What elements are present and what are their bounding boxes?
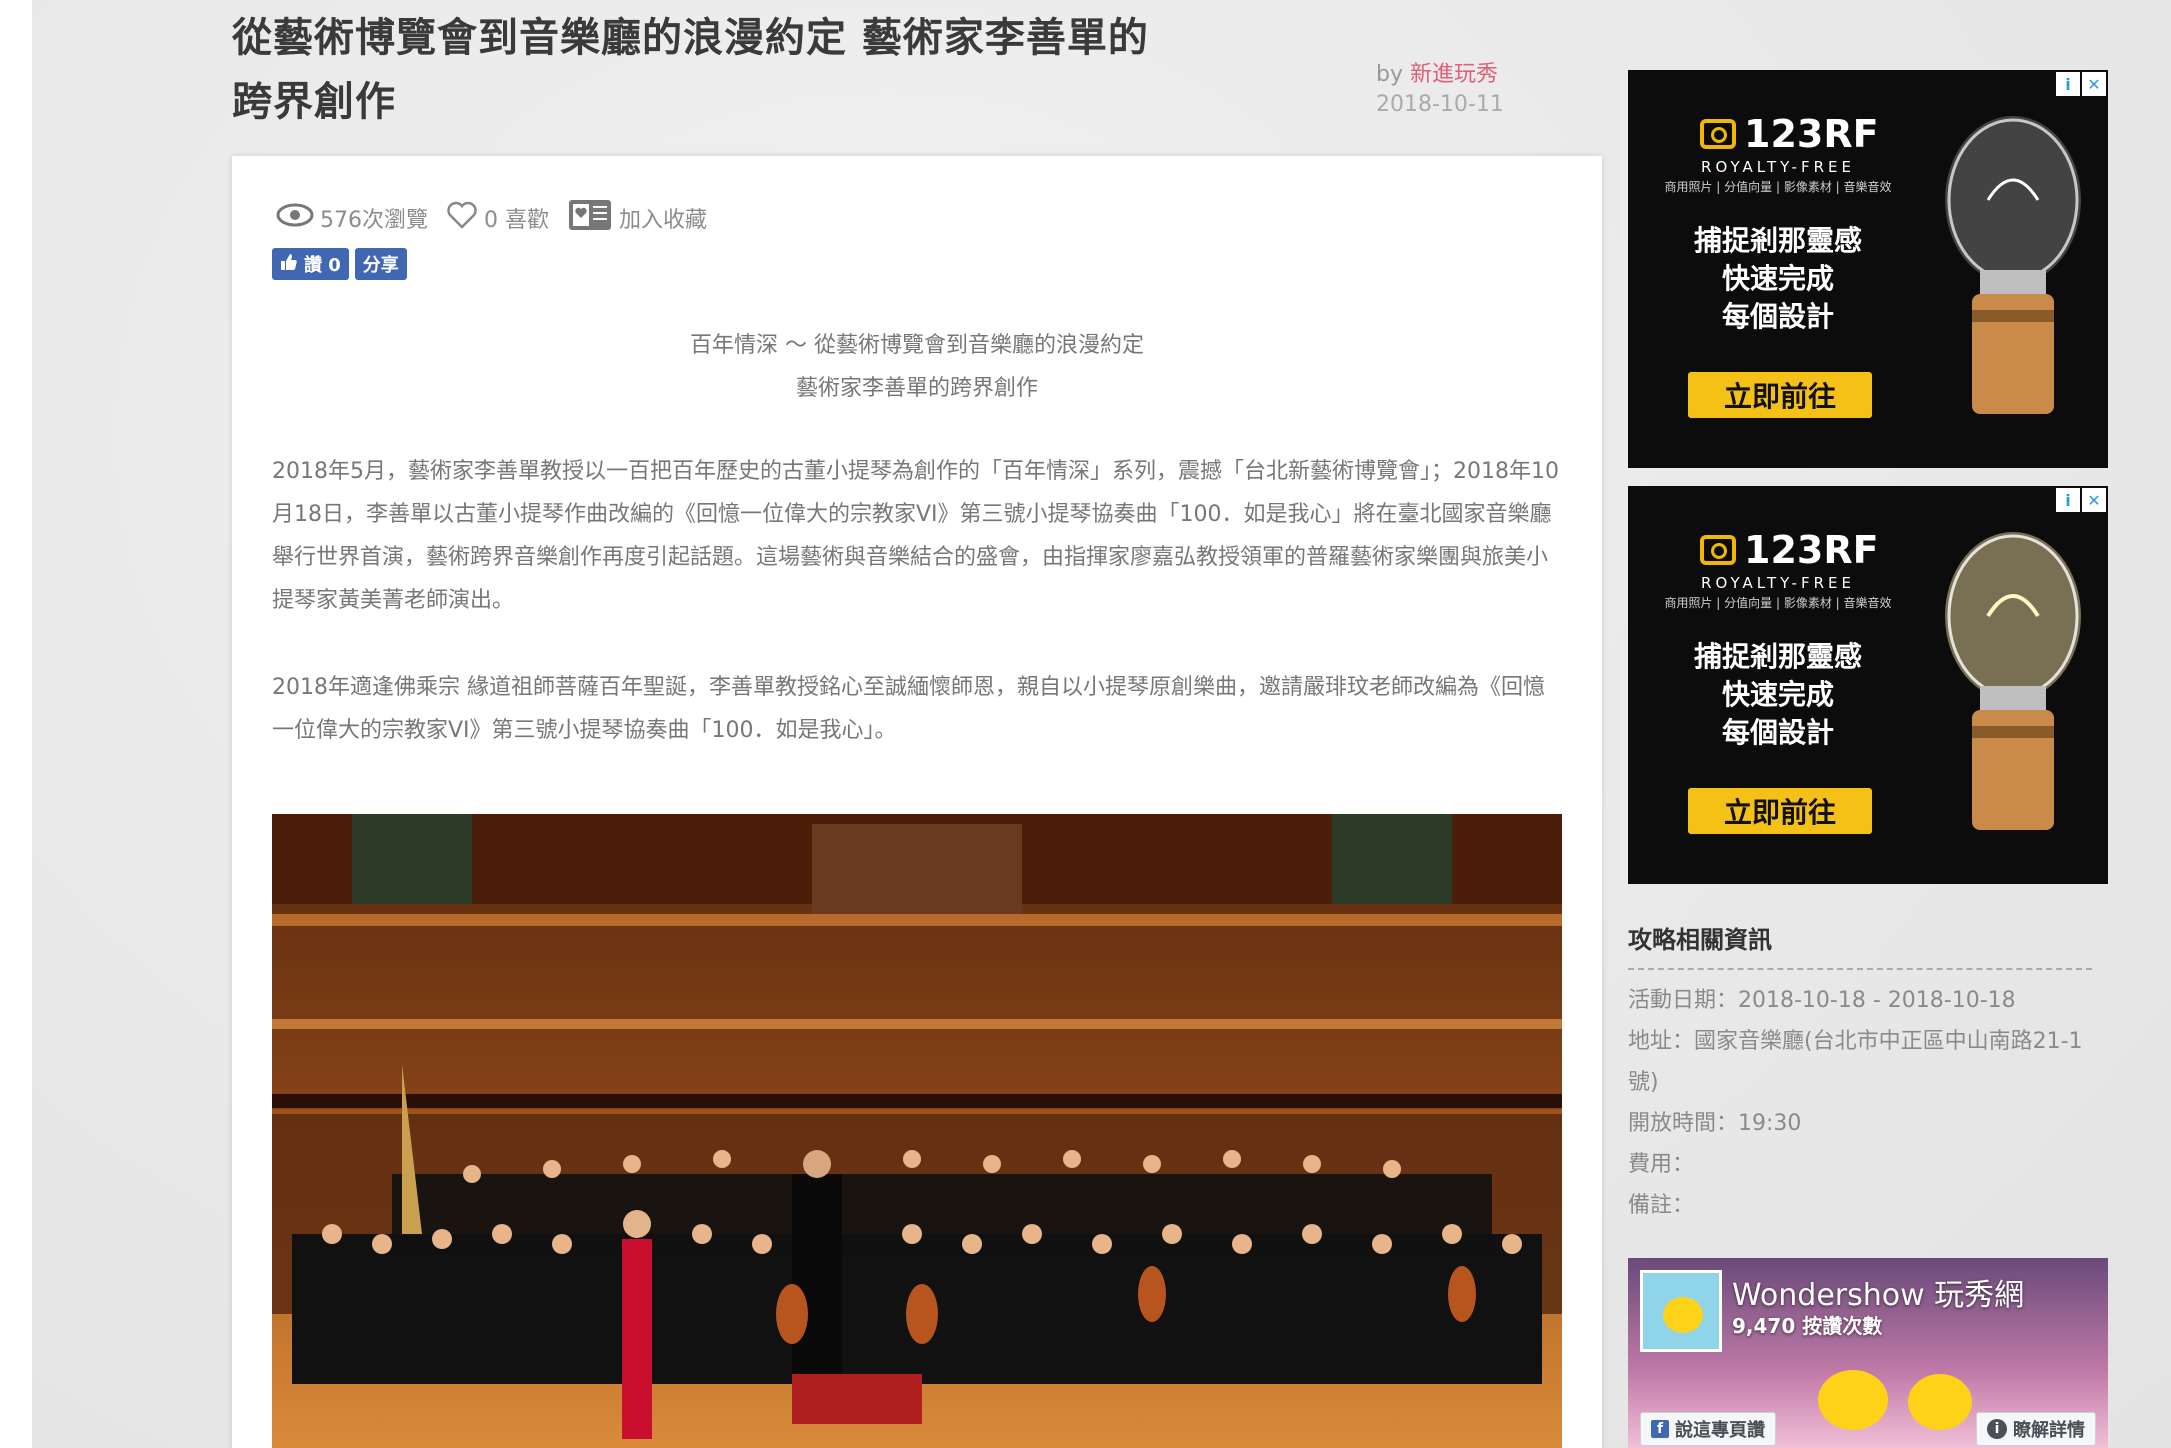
likes-count: 0 喜歡	[484, 208, 549, 233]
ad-cta-button[interactable]: 立即前往	[1688, 788, 1872, 834]
author-link[interactable]: 新進玩秀	[1410, 62, 1498, 87]
fb-page-name[interactable]: Wondershow 玩秀網	[1732, 1270, 2024, 1314]
info-heading: 攻略相關資訊	[1628, 926, 1772, 954]
info-list: 活動日期：2018-10-18 - 2018-10-18 地址：國家音樂廳(台北…	[1628, 980, 2092, 1226]
ad-categories: 商用照片 | 分值向量 | 影像素材 | 音樂音效	[1664, 180, 1892, 194]
ad-slogan-line3: 每個設計	[1721, 300, 1834, 333]
ad-close-icon[interactable]: ✕	[2082, 488, 2106, 512]
ad-slogan: 捕捉剎那靈感 快速完成 每個設計	[1628, 638, 1928, 752]
article-paragraph-2: 2018年適逢佛乘宗 緣道祖師菩薩百年聖誕，李善單教授銘心至誠緬懷師恩，親自以小…	[272, 675, 1545, 743]
camera-icon	[1700, 119, 1736, 149]
facebook-buttons: 讚 0 分享	[272, 248, 413, 280]
by-label: by	[1376, 62, 1403, 87]
event-date: 活動日期：2018-10-18 - 2018-10-18	[1628, 988, 2016, 1013]
byline: by 新進玩秀	[1376, 56, 1498, 88]
info-divider	[1628, 968, 2092, 970]
fb-share-button[interactable]: 分享	[354, 248, 407, 280]
orchestra-photo	[272, 814, 1562, 1448]
chick-illustration	[1818, 1370, 1888, 1430]
fb-like-button[interactable]: 讚 0	[272, 248, 349, 280]
event-hours: 開放時間：19:30	[1628, 1111, 1802, 1136]
article-card: 576次瀏覽 0 喜歡 加入收藏 讚 0 分享 百年情深 ～ 從藝術博覽會到音樂…	[232, 156, 1602, 1448]
ad-brand: 123RF	[1744, 528, 1879, 572]
ad-slogan-line1: 捕捉剎那靈感	[1693, 640, 1862, 673]
heart-icon[interactable]	[446, 201, 484, 235]
ad-slogan-line2: 快速完成	[1721, 678, 1834, 711]
bookmark-icon[interactable]	[567, 198, 619, 238]
event-address: 地址：國家音樂廳(台北市中正區中山南路21-1號)	[1628, 1029, 2083, 1095]
fb-like-page-button[interactable]: f 說這專頁讚	[1640, 1412, 1776, 1446]
ad-slogan: 捕捉剎那靈感 快速完成 每個設計	[1628, 222, 1928, 336]
ad-slogan-line3: 每個設計	[1721, 716, 1834, 749]
ad-choices[interactable]: i ✕	[2054, 488, 2106, 512]
ad-categories: 商用照片 | 分值向量 | 影像素材 | 音樂音效	[1664, 596, 1892, 610]
info-icon: i	[1987, 1419, 2007, 1439]
page-avatar[interactable]	[1640, 1270, 1722, 1352]
favorite-button[interactable]: 加入收藏	[567, 198, 707, 238]
fb-like-count: 9,470 按讚次數	[1732, 1314, 1883, 1338]
bulb-image	[1945, 532, 2081, 830]
like-stat[interactable]: 0 喜歡	[446, 201, 549, 235]
ad-choices[interactable]: i ✕	[2054, 72, 2106, 96]
camera-icon	[1700, 535, 1736, 565]
eye-icon	[276, 203, 320, 233]
article-intro: 百年情深 ～ 從藝術博覽會到音樂廳的浪漫約定 藝術家李善單的跨界創作	[232, 324, 1602, 410]
publish-date: 2018-10-11	[1376, 92, 1504, 117]
intro-line2: 藝術家李善單的跨界創作	[795, 376, 1038, 401]
views-stat: 576次瀏覽	[276, 202, 428, 234]
ad-slogan-line1: 捕捉剎那靈感	[1693, 224, 1862, 257]
article-title: 從藝術博覽會到音樂廳的浪漫約定 藝術家李善單的 跨界創作	[232, 6, 1232, 134]
ad-info-icon[interactable]: i	[2056, 72, 2080, 96]
facebook-icon: f	[1651, 1420, 1669, 1438]
fb-learn-more-button[interactable]: i 瞭解詳情	[1976, 1412, 2096, 1446]
article-paragraph-1: 2018年5月，藝術家李善單教授以一百把百年歷史的古董小提琴為創作的「百年情深」…	[272, 459, 1559, 613]
ad-close-icon[interactable]: ✕	[2082, 72, 2106, 96]
ad-info-icon[interactable]: i	[2056, 488, 2080, 512]
fb-share-label: 分享	[362, 255, 399, 276]
article-title-line2: 跨界創作	[232, 79, 396, 125]
ad-cta-button[interactable]: 立即前往	[1688, 372, 1872, 418]
window-edge	[0, 0, 32, 1448]
ad-logo: 123RF	[1700, 112, 1879, 156]
chick-illustration	[1908, 1374, 1972, 1430]
article-stats: 576次瀏覽 0 喜歡 加入收藏	[276, 196, 725, 240]
views-count: 576次瀏覽	[320, 208, 428, 233]
orchestra-photo-image	[272, 814, 1562, 1448]
intro-line1: 百年情深 ～ 從藝術博覽會到音樂廳的浪漫約定	[690, 333, 1144, 358]
bulb-image	[1945, 116, 2081, 414]
ad-logo: 123RF	[1700, 528, 1879, 572]
ad-tagline: ROYALTY-FREE	[1701, 574, 1855, 592]
event-fee: 費用：	[1628, 1152, 1695, 1177]
favorite-label[interactable]: 加入收藏	[619, 202, 707, 234]
thumbs-up-icon	[280, 253, 304, 276]
ad-slogan-line2: 快速完成	[1721, 262, 1834, 295]
facebook-page-widget[interactable]: Wondershow 玩秀網 9,470 按讚次數 f 說這專頁讚 i 瞭解詳情	[1628, 1258, 2108, 1448]
ad-tagline: ROYALTY-FREE	[1701, 158, 1855, 176]
fb-learn-more-label: 瞭解詳情	[2013, 1420, 2085, 1441]
fb-like-label: 讚 0	[304, 255, 341, 276]
event-note: 備註：	[1628, 1193, 1695, 1218]
article-title-line1: 從藝術博覽會到音樂廳的浪漫約定 藝術家李善單的	[232, 15, 1149, 61]
fb-like-page-label: 說這專頁讚	[1675, 1420, 1765, 1441]
ad-banner-1[interactable]: i ✕ 123RF ROYALTY-FREE 商用照片 | 分值向量 | 影像素…	[1628, 70, 2108, 468]
ad-banner-2[interactable]: i ✕ 123RF ROYALTY-FREE 商用照片 | 分值向量 | 影像素…	[1628, 486, 2108, 884]
ad-brand: 123RF	[1744, 112, 1879, 156]
